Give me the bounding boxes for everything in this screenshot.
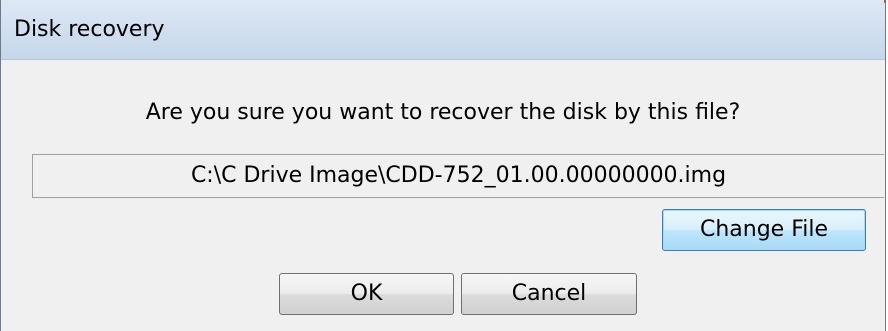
cancel-button[interactable]: Cancel: [461, 273, 637, 315]
ok-button[interactable]: OK: [279, 273, 454, 315]
title-bar[interactable]: Disk recovery: [1, 0, 886, 60]
confirmation-message: Are you sure you want to recover the dis…: [145, 100, 741, 125]
disk-recovery-dialog: Disk recovery Are you sure you want to r…: [0, 0, 886, 331]
change-file-button[interactable]: Change File: [662, 209, 866, 251]
dialog-title: Disk recovery: [14, 17, 165, 42]
file-path-display: C:\C Drive Image\CDD-752_01.00.00000000.…: [32, 154, 884, 198]
title-bar-edge: [884, 0, 886, 3]
